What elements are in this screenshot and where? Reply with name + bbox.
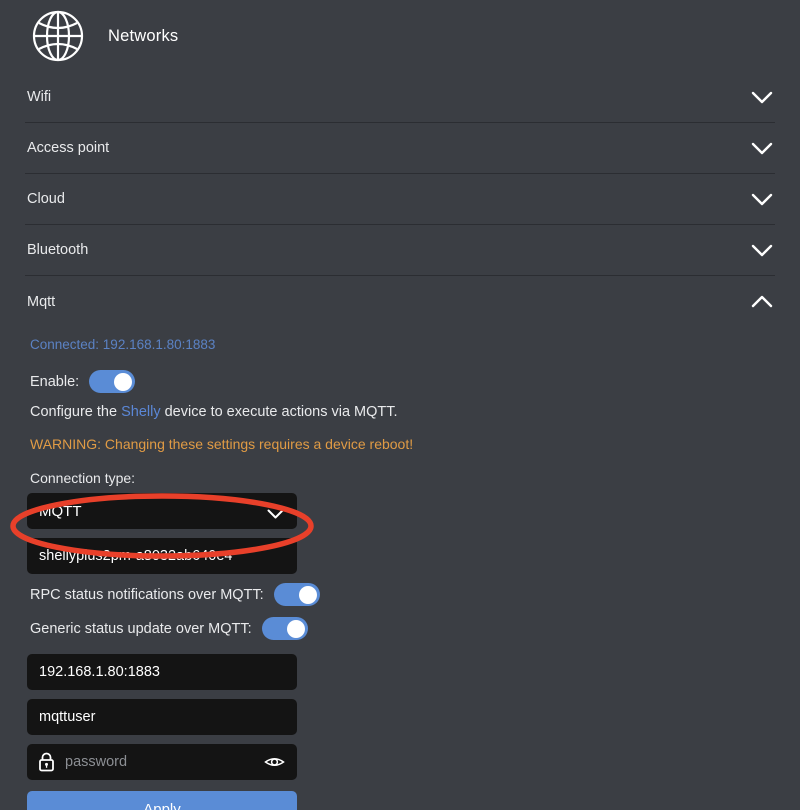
toggle-knob [298,585,317,604]
accordion-label-cloud: Cloud [27,191,65,207]
accordion-item-mqtt[interactable]: Mqtt [25,276,775,327]
apply-button[interactable]: Apply [27,791,297,810]
accordion-item-bluetooth[interactable]: Bluetooth [25,225,775,276]
mqtt-enable-label: Enable: [30,373,80,390]
accordion-item-cloud[interactable]: Cloud [25,174,775,225]
shelly-link[interactable]: Shelly [121,404,161,420]
generic-status-label: Generic status update over MQTT: [30,620,252,637]
mqtt-enable-toggle[interactable] [89,370,136,393]
accordion-item-wifi[interactable]: Wifi [25,72,775,123]
chevron-down-icon [751,193,773,206]
client-id-input[interactable]: shellyplus2pm-a8032ab640e4 [27,538,297,574]
mqtt-panel: Connected: 192.168.1.80:1883 Enable: Con… [0,327,800,810]
connection-type-label: Connection type: [30,470,136,486]
lock-icon [38,752,55,772]
mqtt-username-input[interactable]: mqttuser [27,699,297,735]
accordion-item-access-point[interactable]: Access point [25,123,775,174]
page-header: Networks [0,0,800,72]
chevron-down-icon [751,91,773,104]
globe-icon [30,8,86,64]
mqtt-description: Configure the Shelly device to execute a… [27,404,775,420]
toggle-knob [286,619,305,638]
rpc-status-toggle[interactable] [273,583,320,606]
mqtt-reboot-warning: WARNING: Changing these settings require… [30,436,414,452]
mqtt-description-before: Configure the [30,404,122,420]
chevron-down-icon [751,244,773,257]
accordion-label-bluetooth: Bluetooth [27,242,89,258]
rpc-status-label: RPC status notifications over MQTT: [30,586,264,603]
eye-icon[interactable] [264,755,285,769]
networks-settings-page: Networks Wifi Access point Cloud Bluetoo… [0,0,800,810]
toggle-knob [114,372,133,391]
chevron-up-icon [751,295,773,308]
generic-status-toggle[interactable] [261,617,308,640]
mqtt-password-placeholder: password [65,754,128,770]
accordion-label-wifi: Wifi [27,89,52,105]
connection-type-select-wrapper: MQTT [27,493,297,529]
page-title: Networks [108,26,179,45]
mqtt-enable-row: Enable: [27,370,775,393]
rpc-status-row: RPC status notifications over MQTT: [27,583,775,606]
accordion-label-mqtt: Mqtt [27,293,56,310]
mqtt-server-input[interactable]: 192.168.1.80:1883 [27,654,297,690]
connection-type-select[interactable]: MQTT [27,493,297,529]
chevron-down-icon [751,142,773,155]
accordion-label-access-point: Access point [27,140,110,156]
generic-status-row: Generic status update over MQTT: [27,617,775,640]
mqtt-description-after: device to execute actions via MQTT. [160,404,398,420]
mqtt-connection-status: Connected: 192.168.1.80:1883 [30,337,216,352]
networks-accordion: Wifi Access point Cloud Bluetooth Mqtt [0,72,800,327]
mqtt-password-field[interactable]: password [27,744,297,780]
